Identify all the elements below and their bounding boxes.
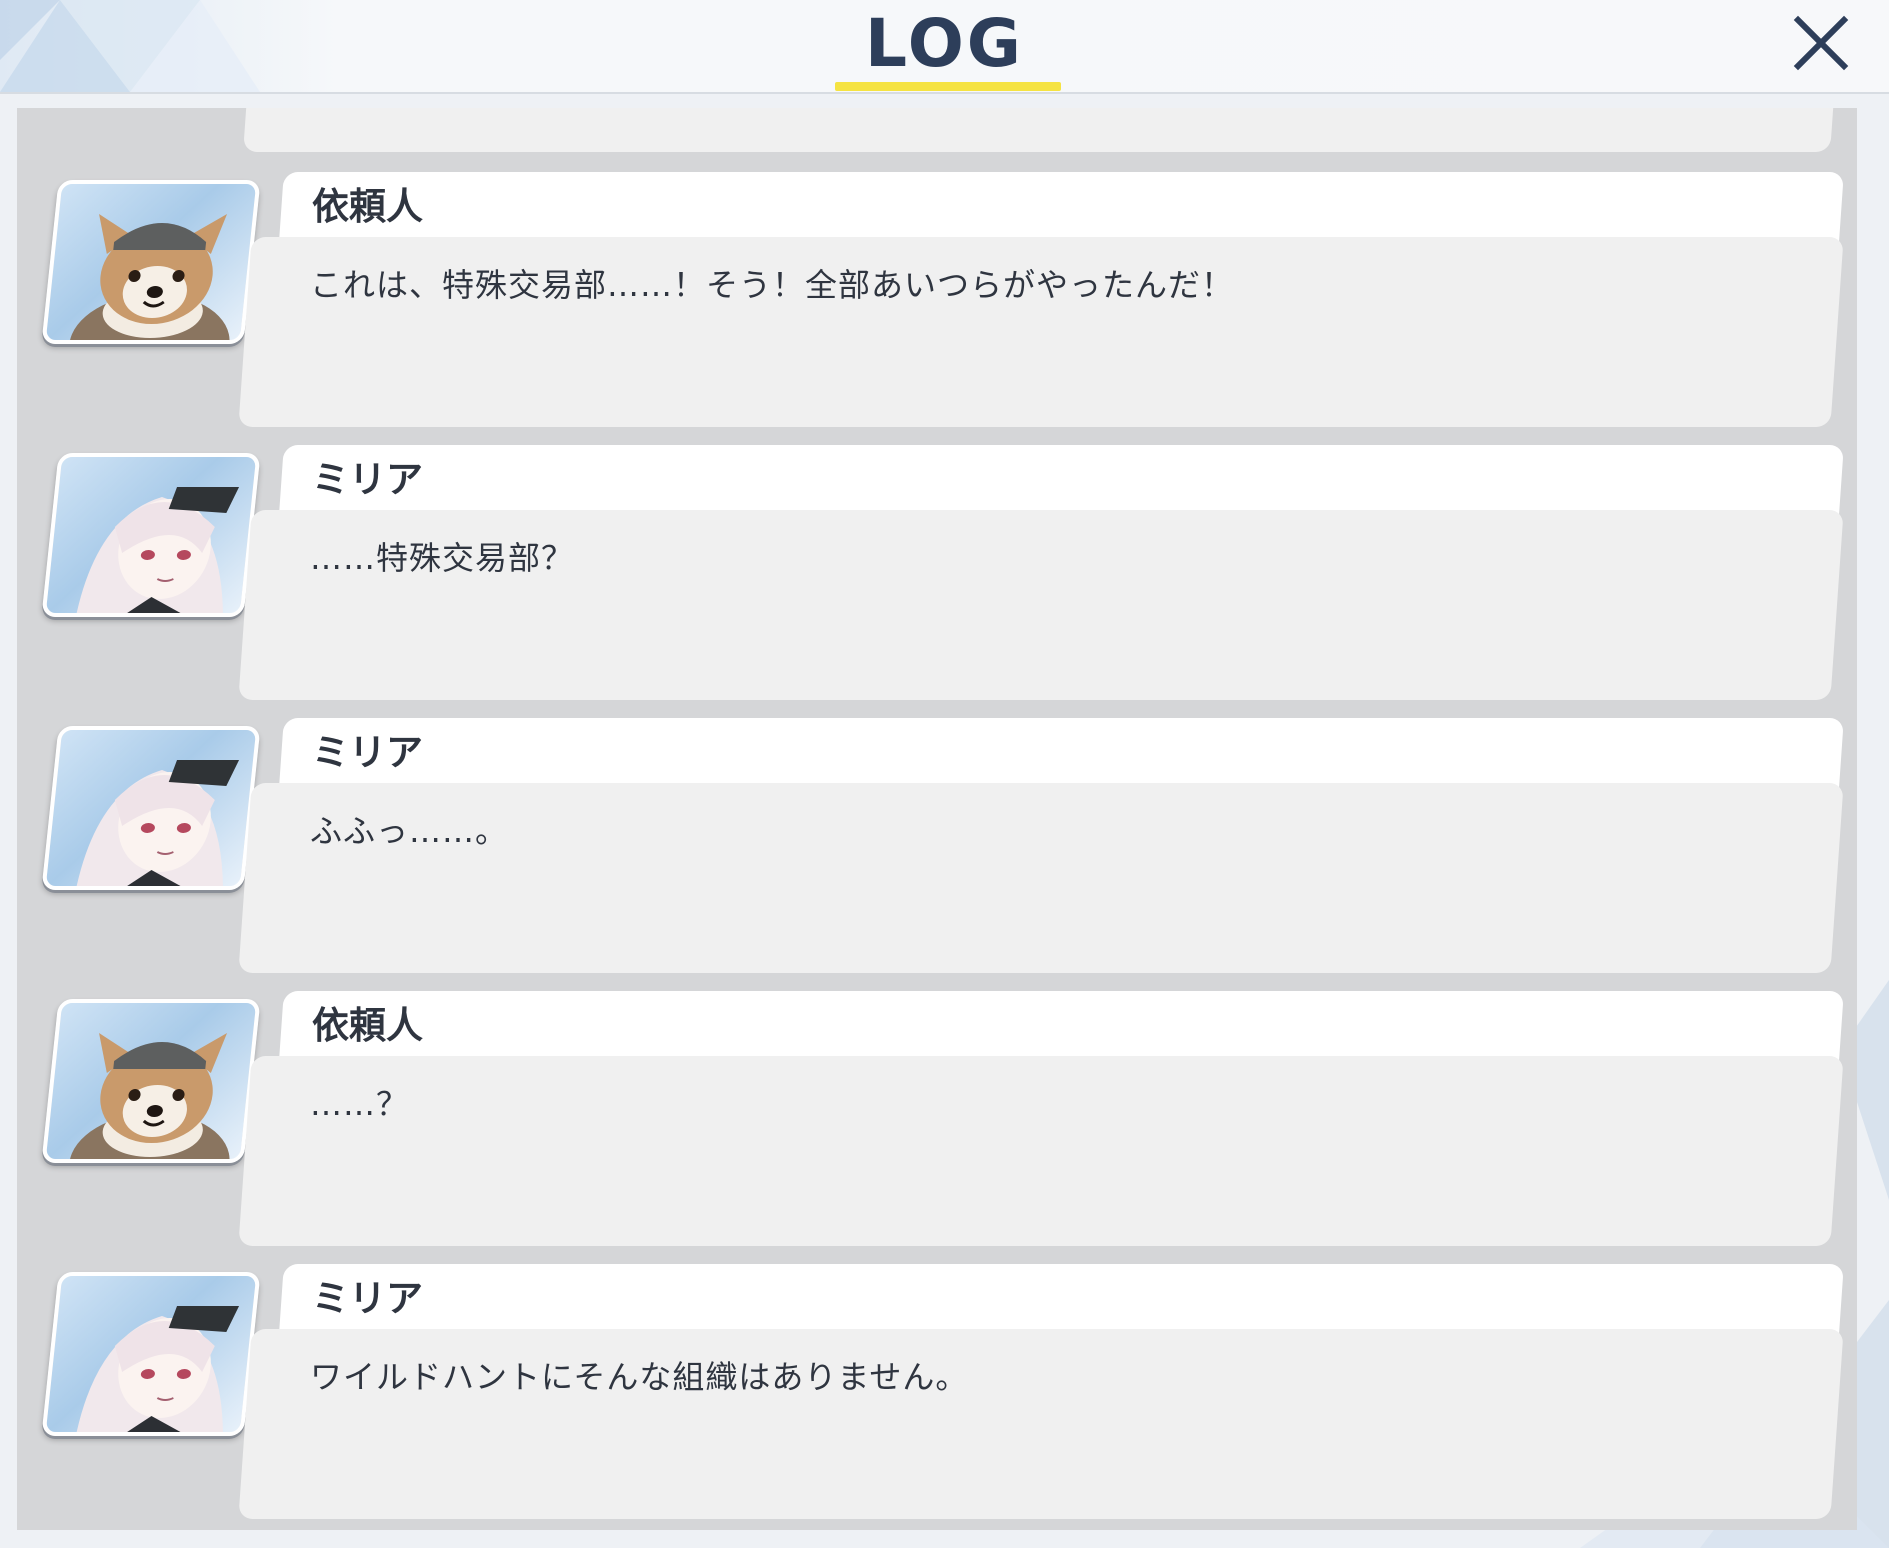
log-entry: ミリア ふふっ……。 bbox=[17, 718, 1857, 980]
dialogue-text: ワイルドハントにそんな組織はありません。 bbox=[310, 1358, 969, 1396]
milia-avatar-icon bbox=[41, 453, 261, 617]
dog-avatar-icon bbox=[41, 999, 261, 1163]
previous-message-bubble bbox=[243, 108, 1834, 152]
speaker-name: ミリア bbox=[312, 458, 423, 501]
speaker-name: ミリア bbox=[312, 1277, 423, 1320]
page-title: LOG bbox=[865, 5, 1024, 82]
speaker-name-box bbox=[279, 718, 1844, 788]
milia-avatar-icon bbox=[41, 1272, 261, 1436]
log-entry: ミリア ワイルドハントにそんな組織はありません。 bbox=[17, 1264, 1857, 1526]
dialogue-text: これは、特殊交易部……！そう！全部あいつらがやったんだ！ bbox=[310, 266, 1235, 304]
log-entry: 依頼人 ……？ bbox=[17, 991, 1857, 1253]
dialogue-text: ふふっ……。 bbox=[310, 812, 509, 850]
speaker-name-box bbox=[279, 1264, 1844, 1334]
log-panel[interactable]: 依頼人 これは、特殊交易部……！そう！全部あいつらがやったんだ！ ミリア ……特… bbox=[17, 108, 1857, 1530]
close-icon bbox=[1793, 15, 1849, 71]
dog-avatar-icon bbox=[41, 180, 261, 344]
log-entry: ミリア ……特殊交易部？ bbox=[17, 445, 1857, 707]
log-entry: 依頼人 これは、特殊交易部……！そう！全部あいつらがやったんだ！ bbox=[17, 172, 1857, 434]
speaker-name: 依頼人 bbox=[312, 185, 423, 228]
header-bar: LOG bbox=[0, 0, 1889, 94]
speaker-name: 依頼人 bbox=[312, 1004, 423, 1047]
speaker-name-box bbox=[279, 991, 1844, 1061]
dialogue-bubble bbox=[238, 1056, 1844, 1246]
speaker-name: ミリア bbox=[312, 731, 423, 774]
title-underline bbox=[835, 82, 1061, 91]
dialogue-text: ……特殊交易部？ bbox=[310, 539, 575, 577]
milia-avatar-icon bbox=[41, 726, 261, 890]
close-button[interactable] bbox=[1786, 8, 1856, 78]
speaker-name-box bbox=[279, 172, 1844, 242]
speaker-name-box bbox=[279, 445, 1844, 515]
dialogue-text: ……？ bbox=[310, 1085, 410, 1123]
